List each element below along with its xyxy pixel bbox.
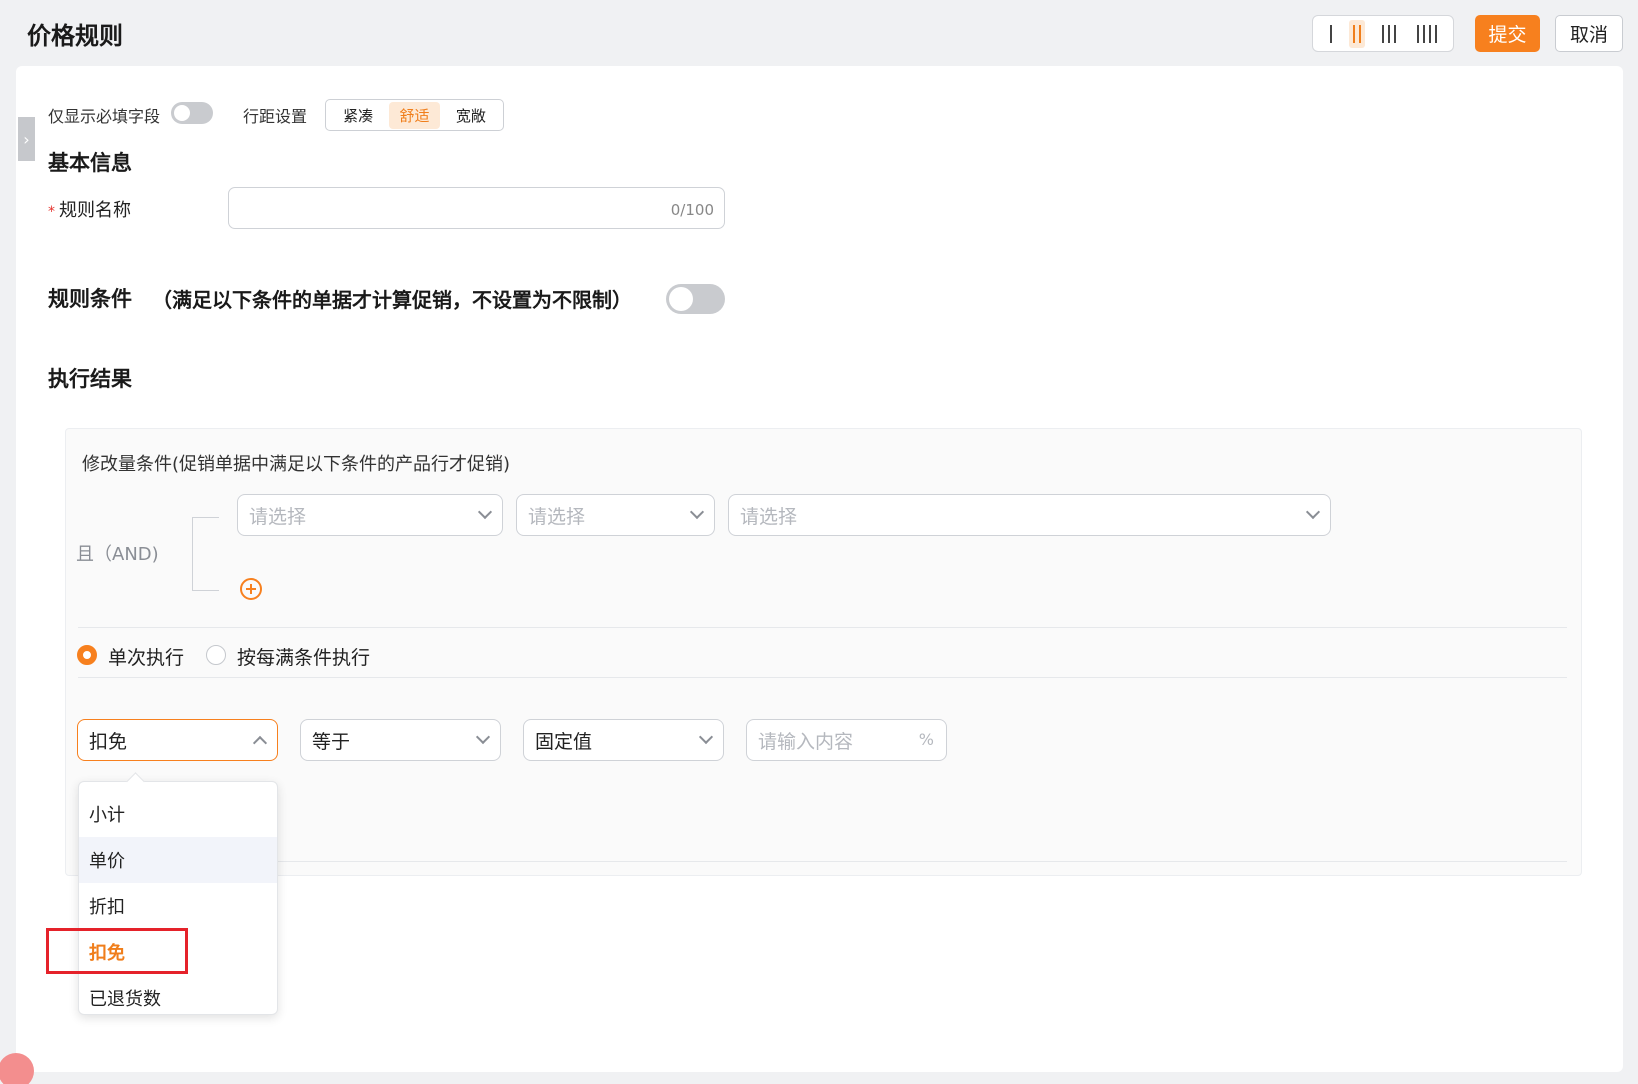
chevron-down-icon (698, 729, 714, 745)
each-condition-radio[interactable] (206, 645, 226, 665)
divider (78, 861, 1567, 862)
result-field-select[interactable]: 扣免 (77, 719, 278, 761)
dropdown-item-discount[interactable]: 折扣 (79, 883, 277, 929)
rule-conditions-subtitle: （满足以下条件的单据才计算促销，不设置为不限制） (152, 288, 632, 312)
density-single-button[interactable] (1326, 24, 1336, 43)
result-operator-select[interactable]: 等于 (300, 719, 501, 761)
selection-highlight-box (46, 928, 188, 974)
rule-conditions-toggle[interactable] (666, 284, 725, 314)
percent-unit: % (918, 730, 934, 749)
rule-name-counter: 0/100 (670, 201, 714, 219)
condition-field-select[interactable]: 请选择 (237, 494, 503, 536)
submit-button[interactable]: 提交 (1475, 15, 1540, 52)
cursor-indicator (0, 1053, 34, 1084)
page-title: 价格规则 (27, 22, 123, 50)
spacing-loose-option[interactable]: 宽敞 (446, 102, 496, 129)
density-quad-button[interactable] (1413, 24, 1441, 43)
dropdown-item-unit-price[interactable]: 单价 (79, 837, 277, 883)
density-toggle-group (1312, 15, 1454, 52)
row-spacing-label: 行距设置 (243, 107, 308, 126)
basic-info-title: 基本信息 (48, 151, 132, 175)
chevron-down-icon (477, 504, 493, 520)
divider (78, 627, 1567, 628)
required-only-toggle[interactable] (171, 102, 213, 124)
condition-operator-select[interactable]: 请选择 (516, 494, 715, 536)
rule-name-input[interactable]: 0/100 (228, 187, 725, 229)
execution-result-title: 执行结果 (48, 367, 132, 391)
and-label: 且（AND) (76, 544, 159, 565)
required-only-label: 仅显示必填字段 (48, 107, 161, 126)
each-condition-label: 按每满条件执行 (237, 647, 371, 669)
rule-conditions-title: 规则条件 (48, 287, 132, 311)
panel-title: 修改量条件(促销单据中满足以下条件的产品行才促销) (82, 454, 511, 475)
single-execute-radio[interactable] (77, 645, 97, 665)
density-double-button[interactable] (1348, 19, 1365, 48)
rule-name-label: * 规则名称 (48, 200, 131, 221)
chevron-down-icon (689, 504, 705, 520)
spacing-compact-option[interactable]: 紧凑 (333, 102, 383, 129)
add-circle-icon[interactable] (240, 578, 262, 600)
required-mark: * (48, 204, 55, 220)
and-bracket (192, 517, 219, 591)
divider (78, 677, 1567, 678)
single-execute-label: 单次执行 (108, 647, 185, 669)
dropdown-item-subtotal[interactable]: 小计 (79, 791, 277, 837)
chevron-down-icon (1305, 504, 1321, 520)
cancel-button[interactable]: 取消 (1555, 15, 1623, 52)
result-content-input[interactable]: 请输入内容 % (746, 719, 947, 761)
spacing-comfortable-option[interactable]: 舒适 (389, 101, 440, 129)
condition-value-select[interactable]: 请选择 (728, 494, 1331, 536)
field-dropdown-menu: 小计 单价 折扣 扣免 已退货数 (78, 781, 278, 1015)
row-spacing-selector: 紧凑 舒适 宽敞 (325, 99, 504, 131)
chevron-up-icon (252, 735, 268, 751)
chevron-down-icon (475, 729, 491, 745)
chevron-right-icon[interactable]: › (18, 117, 35, 161)
dropdown-item-returned-qty[interactable]: 已退货数 (79, 975, 277, 1021)
result-type-select[interactable]: 固定值 (523, 719, 724, 761)
density-triple-button[interactable] (1378, 24, 1400, 43)
